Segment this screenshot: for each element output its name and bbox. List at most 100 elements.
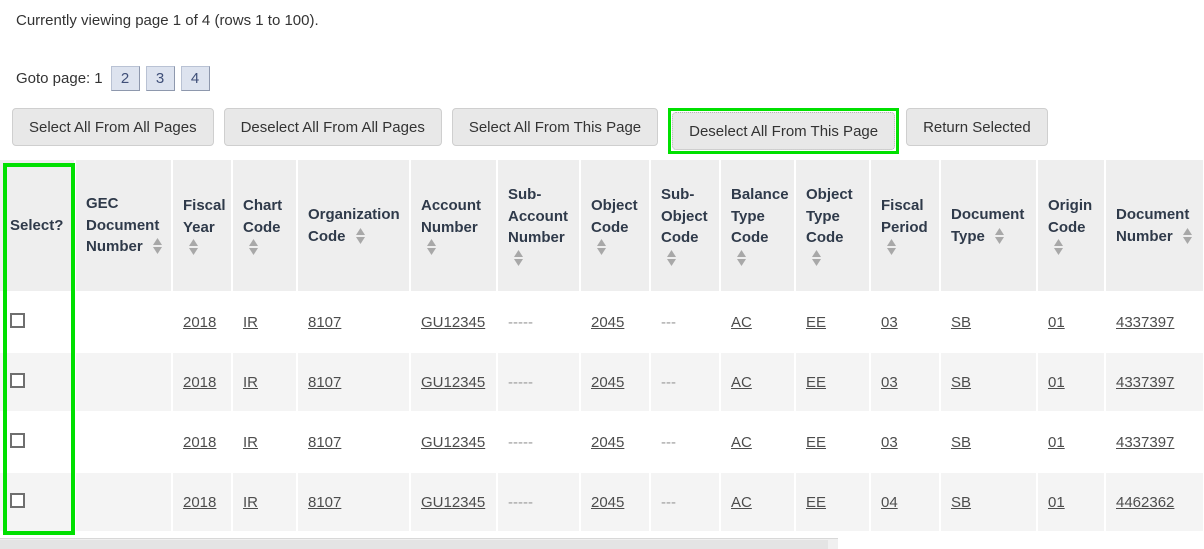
cell-balance-type-code[interactable]: AC: [720, 412, 796, 473]
cell-fiscal-year[interactable]: 2018: [172, 292, 233, 353]
cell-fiscal-year[interactable]: 2018: [172, 412, 233, 473]
row-select-cell[interactable]: [0, 472, 76, 533]
column-header-origin-code[interactable]: Origin Code: [1037, 160, 1106, 293]
cell-link[interactable]: 8107: [308, 434, 341, 451]
cell-link[interactable]: SB: [951, 374, 971, 391]
cell-link[interactable]: EE: [806, 494, 826, 511]
column-header-balance-type-code[interactable]: Balance Type Code: [720, 160, 796, 293]
cell-link[interactable]: 8107: [308, 374, 341, 391]
cell-link[interactable]: 2018: [183, 314, 216, 331]
deselect-all-from-this-page-button[interactable]: Deselect All From This Page: [672, 112, 896, 150]
cell-account-number[interactable]: GU12345: [410, 472, 498, 533]
cell-link[interactable]: 4337397: [1116, 314, 1174, 331]
cell-account-number[interactable]: GU12345: [410, 352, 498, 413]
cell-link[interactable]: 03: [881, 314, 898, 331]
cell-document-type[interactable]: SB: [940, 292, 1038, 353]
cell-document-number[interactable]: 4337397: [1105, 352, 1204, 413]
deselect-all-from-all-pages-button[interactable]: Deselect All From All Pages: [223, 108, 442, 146]
row-select-cell[interactable]: [0, 352, 76, 413]
cell-link[interactable]: 2018: [183, 434, 216, 451]
cell-link[interactable]: GU12345: [421, 434, 485, 451]
column-header-object-code[interactable]: Object Code: [580, 160, 651, 293]
cell-link[interactable]: 2045: [591, 314, 624, 331]
cell-link[interactable]: 01: [1048, 374, 1065, 391]
page-button-4[interactable]: 4: [180, 66, 210, 91]
select-all-from-all-pages-button[interactable]: Select All From All Pages: [12, 108, 214, 146]
sort-icon[interactable]: [736, 249, 747, 267]
column-header-fiscal-year[interactable]: Fiscal Year: [172, 160, 233, 293]
cell-object-type-code[interactable]: EE: [795, 472, 871, 533]
return-selected-button[interactable]: Return Selected: [906, 108, 1048, 146]
row-select-cell[interactable]: [0, 292, 76, 353]
cell-link[interactable]: EE: [806, 374, 826, 391]
cell-link[interactable]: EE: [806, 314, 826, 331]
cell-chart-code[interactable]: IR: [232, 412, 298, 473]
cell-chart-code[interactable]: IR: [232, 352, 298, 413]
column-header-object-type-code[interactable]: Object Type Code: [795, 160, 871, 293]
sort-icon[interactable]: [811, 249, 822, 267]
cell-origin-code[interactable]: 01: [1037, 292, 1106, 353]
cell-link[interactable]: 2045: [591, 434, 624, 451]
column-header-account-number[interactable]: Account Number: [410, 160, 498, 293]
cell-link[interactable]: IR: [243, 374, 258, 391]
cell-document-number[interactable]: 4462362: [1105, 472, 1204, 533]
cell-organization-code[interactable]: 8107: [297, 352, 411, 413]
cell-link[interactable]: IR: [243, 494, 258, 511]
column-header-sub-account-number[interactable]: Sub-Account Number: [497, 160, 581, 293]
horizontal-scrollbar[interactable]: [0, 538, 838, 549]
cell-link[interactable]: 2045: [591, 374, 624, 391]
cell-link[interactable]: 04: [881, 494, 898, 511]
sort-icon[interactable]: [152, 237, 163, 255]
sort-icon[interactable]: [188, 238, 199, 256]
cell-link[interactable]: 03: [881, 374, 898, 391]
cell-link[interactable]: 01: [1048, 314, 1065, 331]
cell-link[interactable]: 03: [881, 434, 898, 451]
cell-document-type[interactable]: SB: [940, 352, 1038, 413]
horizontal-scrollbar-thumb[interactable]: [0, 540, 828, 549]
cell-chart-code[interactable]: IR: [232, 292, 298, 353]
cell-chart-code[interactable]: IR: [232, 472, 298, 533]
cell-fiscal-period[interactable]: 04: [870, 472, 941, 533]
row-select-cell[interactable]: [0, 412, 76, 473]
sort-icon[interactable]: [426, 238, 437, 256]
cell-link[interactable]: GU12345: [421, 314, 485, 331]
column-header-sub-object-code[interactable]: Sub-Object Code: [650, 160, 721, 293]
cell-link[interactable]: AC: [731, 314, 752, 331]
cell-fiscal-period[interactable]: 03: [870, 292, 941, 353]
cell-object-type-code[interactable]: EE: [795, 352, 871, 413]
column-header-organization-code[interactable]: Organization Code: [297, 160, 411, 293]
cell-document-type[interactable]: SB: [940, 472, 1038, 533]
sort-icon[interactable]: [596, 238, 607, 256]
page-button-3[interactable]: 3: [145, 66, 175, 91]
row-select-checkbox[interactable]: [10, 312, 25, 328]
cell-balance-type-code[interactable]: AC: [720, 472, 796, 533]
cell-account-number[interactable]: GU12345: [410, 292, 498, 353]
column-header-chart-code[interactable]: Chart Code: [232, 160, 298, 293]
row-select-checkbox[interactable]: [10, 372, 25, 388]
sort-icon[interactable]: [886, 238, 897, 256]
cell-object-type-code[interactable]: EE: [795, 292, 871, 353]
cell-document-type[interactable]: SB: [940, 412, 1038, 473]
cell-origin-code[interactable]: 01: [1037, 472, 1106, 533]
cell-link[interactable]: GU12345: [421, 374, 485, 391]
sort-icon[interactable]: [1182, 227, 1193, 245]
cell-organization-code[interactable]: 8107: [297, 472, 411, 533]
cell-link[interactable]: 4462362: [1116, 494, 1174, 511]
sort-icon[interactable]: [355, 227, 366, 245]
cell-object-type-code[interactable]: EE: [795, 412, 871, 473]
row-select-checkbox[interactable]: [10, 432, 25, 448]
cell-link[interactable]: SB: [951, 494, 971, 511]
cell-link[interactable]: SB: [951, 314, 971, 331]
cell-fiscal-year[interactable]: 2018: [172, 472, 233, 533]
cell-object-code[interactable]: 2045: [580, 292, 651, 353]
column-header-fiscal-period[interactable]: Fiscal Period: [870, 160, 941, 293]
cell-link[interactable]: 01: [1048, 494, 1065, 511]
cell-object-code[interactable]: 2045: [580, 412, 651, 473]
cell-balance-type-code[interactable]: AC: [720, 352, 796, 413]
cell-link[interactable]: EE: [806, 434, 826, 451]
cell-link[interactable]: 2018: [183, 374, 216, 391]
cell-fiscal-period[interactable]: 03: [870, 352, 941, 413]
sort-icon[interactable]: [248, 238, 259, 256]
cell-balance-type-code[interactable]: AC: [720, 292, 796, 353]
cell-link[interactable]: AC: [731, 374, 752, 391]
